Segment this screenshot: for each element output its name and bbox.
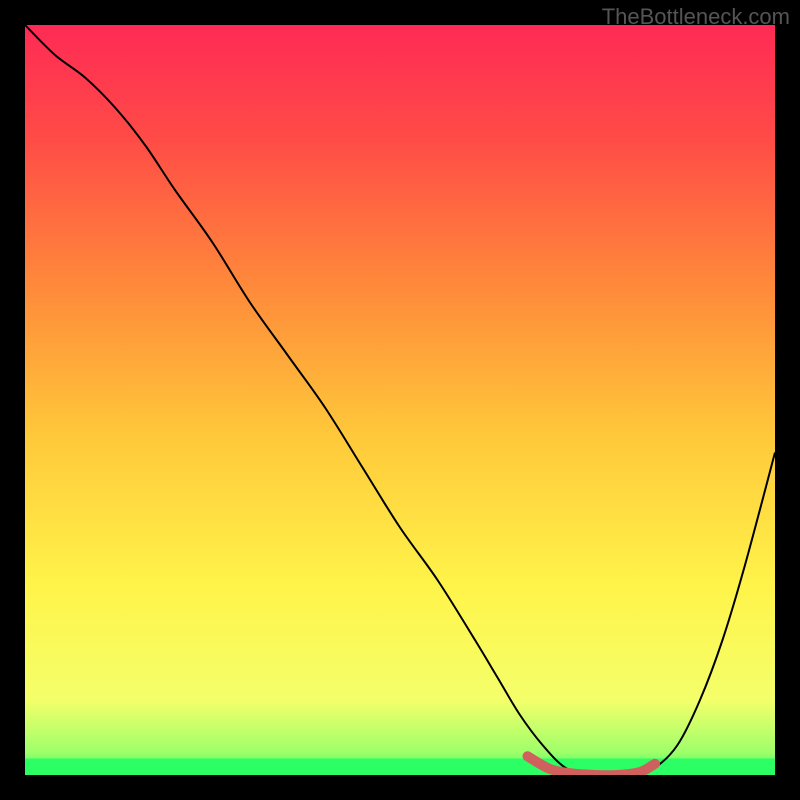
plot-area bbox=[25, 25, 775, 775]
chart-frame: TheBottleneck.com bbox=[0, 0, 800, 800]
chart-svg bbox=[25, 25, 775, 775]
watermark-text: TheBottleneck.com bbox=[602, 4, 790, 30]
gradient-background bbox=[25, 25, 775, 775]
